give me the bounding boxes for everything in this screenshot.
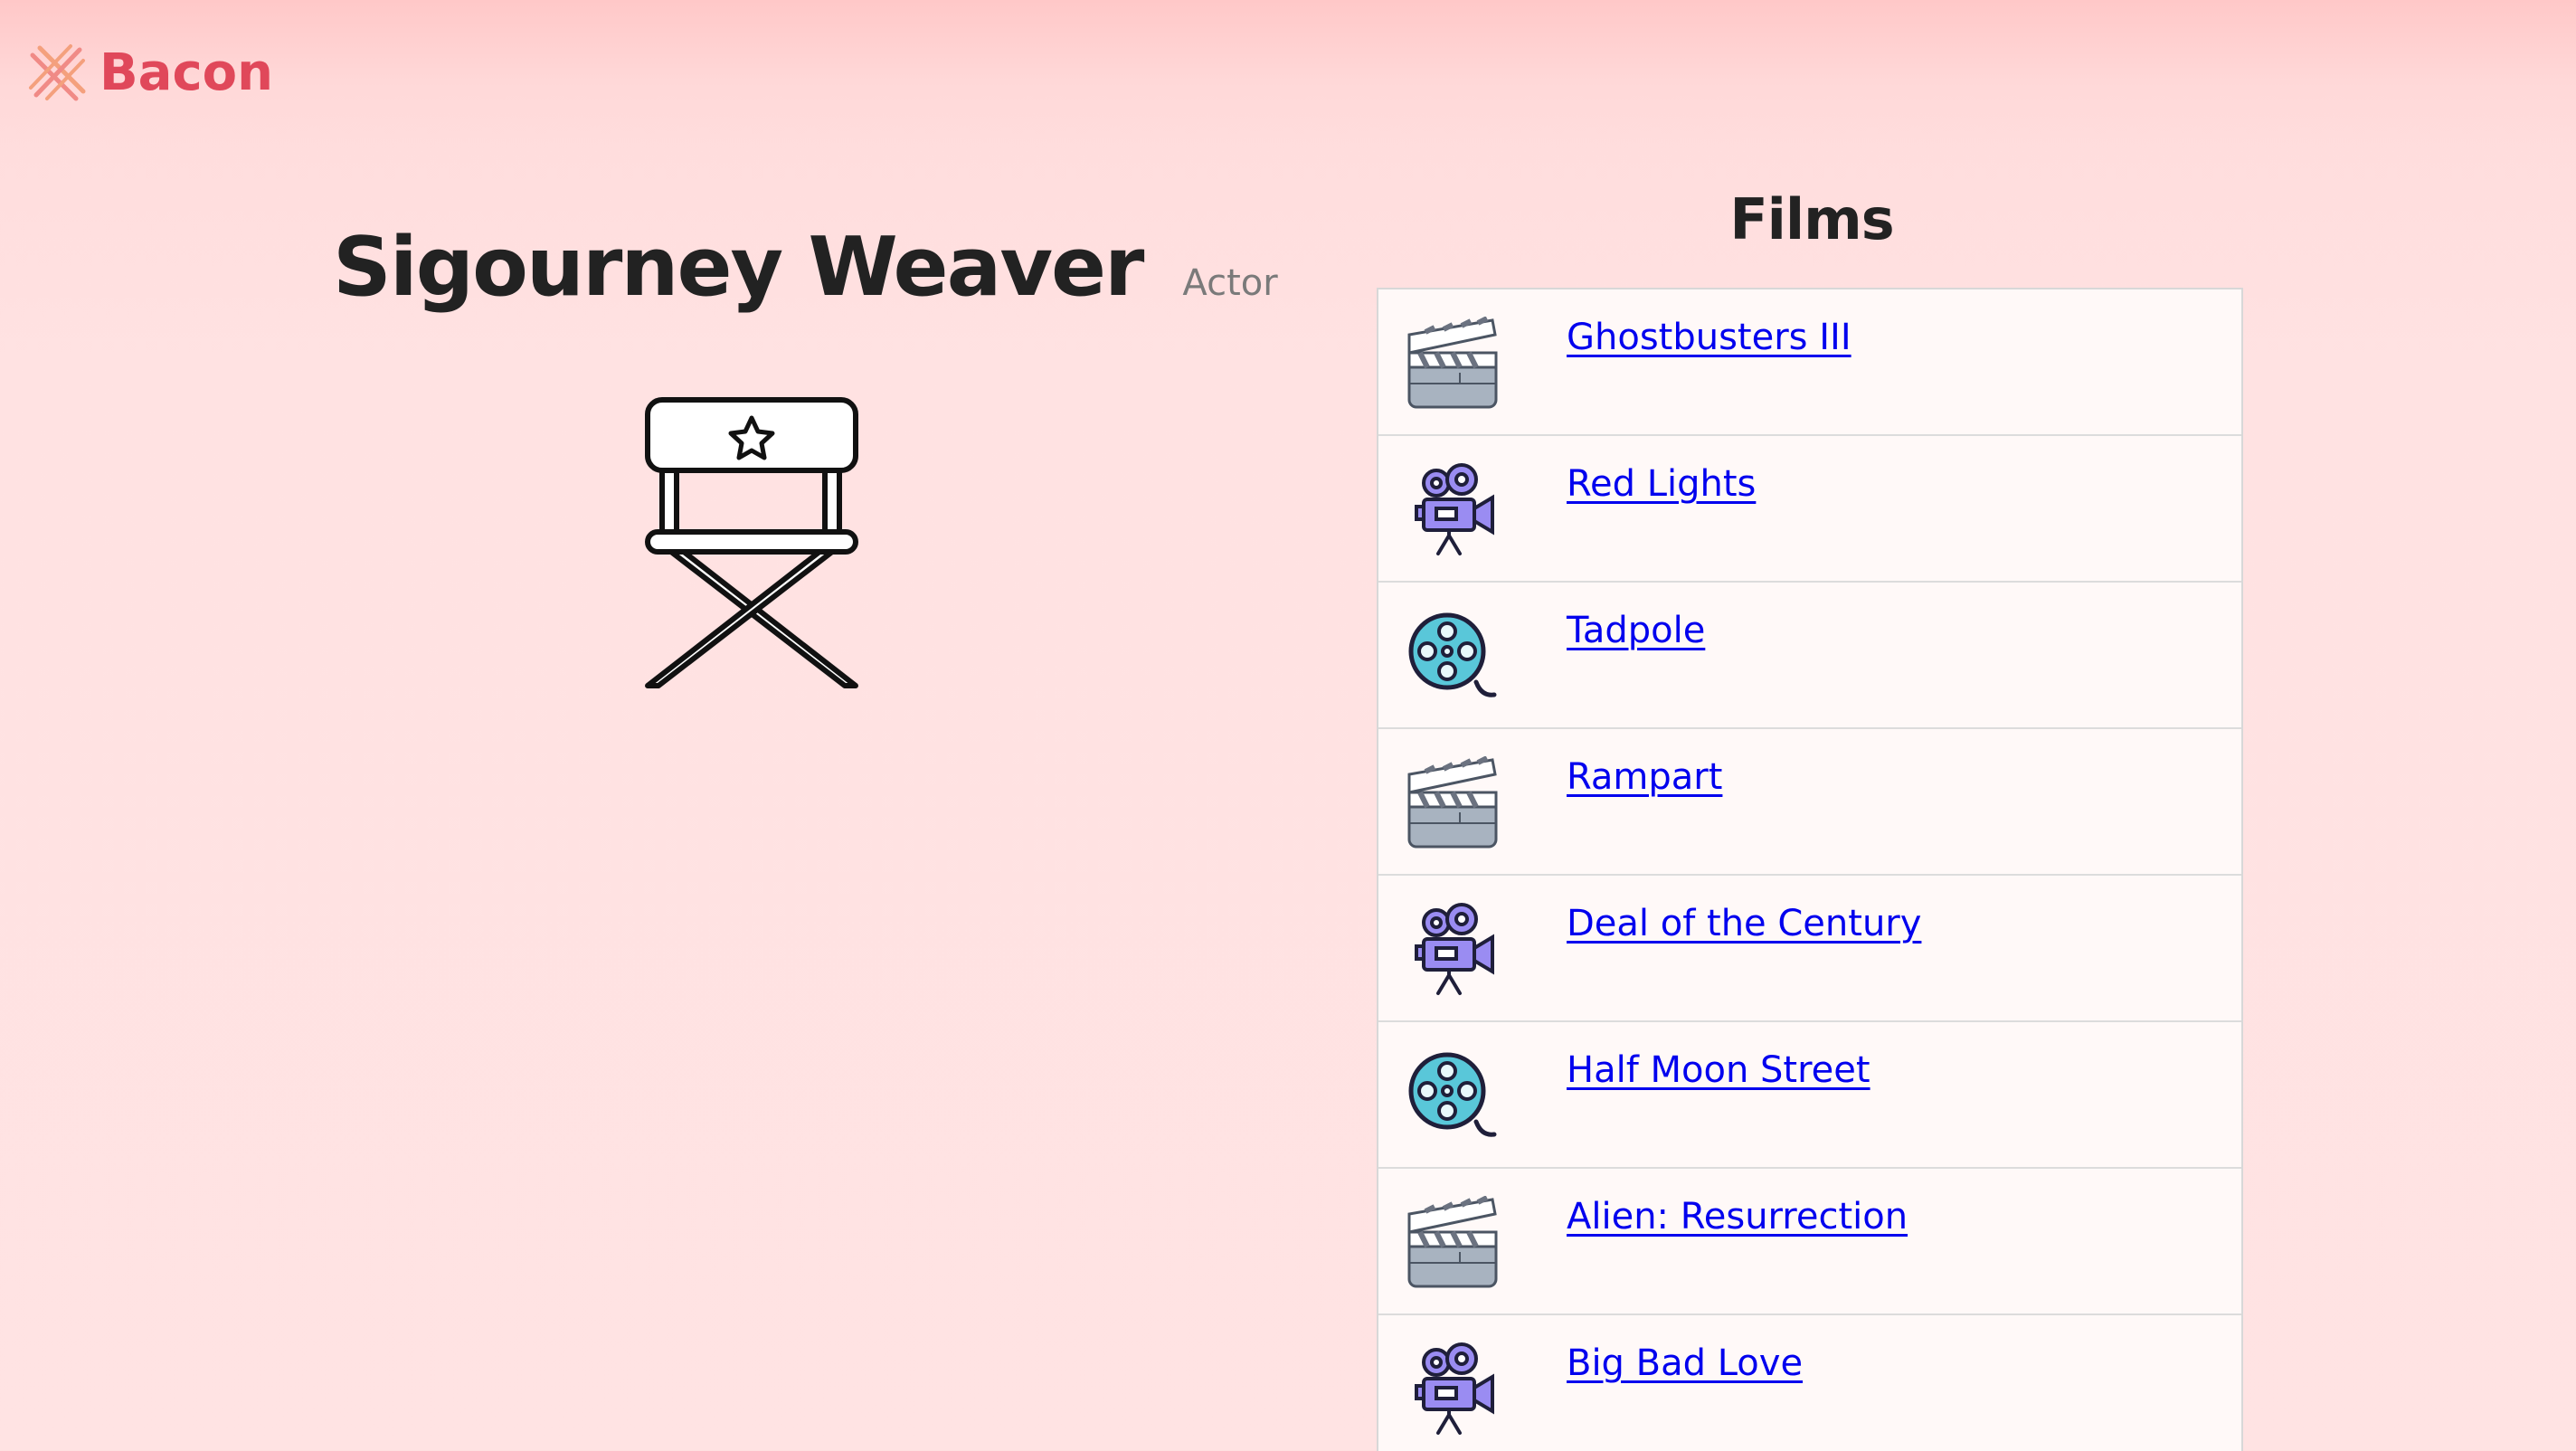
film-link[interactable]: Ghostbusters III (1567, 317, 1852, 358)
film-link[interactable]: Deal of the Century (1567, 903, 1921, 944)
film-list-item: Rampart (1378, 729, 2241, 876)
clapperboard-icon (1407, 1196, 1498, 1288)
film-list-item: Ghostbusters III (1378, 289, 2241, 436)
films-list: Ghostbusters III Red Lights Tadpole Ramp… (1377, 288, 2243, 1451)
films-heading: Films (1729, 186, 1894, 252)
film-reel-icon (1408, 612, 1497, 697)
film-reel-icon (1408, 1052, 1497, 1137)
film-list-item: Tadpole (1378, 583, 2241, 729)
person-role: Actor (1182, 262, 1278, 304)
clapperboard-icon (1407, 317, 1498, 409)
film-link[interactable]: Red Lights (1567, 463, 1756, 505)
movie-camera-icon (1415, 463, 1494, 555)
film-list-item: Deal of the Century (1378, 876, 2241, 1022)
film-link[interactable]: Big Bad Love (1567, 1342, 1803, 1384)
film-list-item: Alien: Resurrection (1378, 1169, 2241, 1315)
person-header: Sigourney Weaver Actor (333, 223, 1278, 312)
film-list-item: Half Moon Street (1378, 1022, 2241, 1169)
film-list-item: Big Bad Love (1378, 1315, 2241, 1451)
film-link[interactable]: Tadpole (1567, 610, 1705, 651)
movie-camera-icon (1415, 1342, 1494, 1435)
clapperboard-icon (1407, 756, 1498, 849)
movie-camera-icon (1415, 903, 1494, 995)
person-panel: Sigourney Weaver Actor (0, 0, 1357, 1451)
film-link[interactable]: Alien: Resurrection (1567, 1196, 1908, 1238)
film-link[interactable]: Rampart (1567, 756, 1722, 798)
film-list-item: Red Lights (1378, 436, 2241, 583)
film-link[interactable]: Half Moon Street (1567, 1049, 1870, 1091)
director-chair-icon (645, 397, 858, 688)
person-name: Sigourney Weaver (333, 220, 1144, 315)
